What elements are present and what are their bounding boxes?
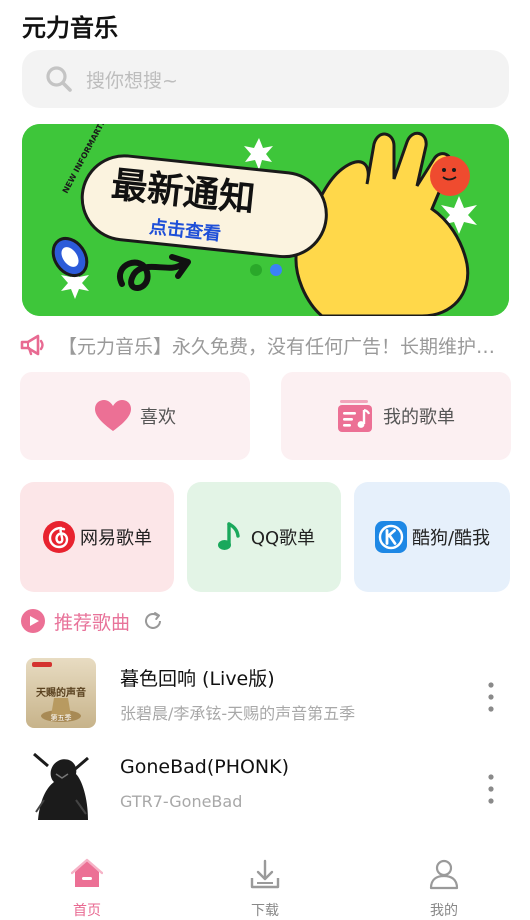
my-playlists-label: 我的歌单: [383, 407, 455, 428]
kugou-label: 酷狗/酷我: [411, 528, 491, 549]
song-title: 暮色回响 (Live版): [120, 668, 275, 690]
notice-text: 【元力音乐】永久免费，没有任何广告！长期维护更新: [58, 335, 508, 358]
more-vert-icon[interactable]: [486, 772, 496, 806]
album-cover: [26, 750, 96, 820]
cover-sub: 第五季: [51, 713, 72, 722]
banner-illustration: NEW INFORMARTION 最新通知 点击查看: [22, 124, 509, 316]
song-title: GoneBad(PHONK): [120, 756, 290, 778]
song-artist: GTR7-GoneBad: [120, 792, 243, 811]
banner-pager[interactable]: [250, 264, 282, 276]
home-icon: [71, 858, 103, 887]
netease-music-icon: [43, 521, 75, 553]
tab-home[interactable]: 首页: [37, 848, 137, 920]
kugou-playlists-button[interactable]: 酷狗/酷我: [354, 482, 510, 592]
kugou-icon: [374, 521, 407, 553]
playlist-icon: [338, 400, 372, 432]
my-playlists-button[interactable]: 我的歌单: [281, 372, 511, 460]
search-bar[interactable]: 搜你想搜~: [22, 50, 509, 108]
megaphone-icon: [20, 334, 44, 356]
song-item[interactable]: 天赐的声音 第五季 暮色回响 (Live版) 张碧晨/李承铉-天赐的声音第五季: [26, 658, 510, 734]
pager-dot[interactable]: [250, 264, 262, 276]
heart-icon: [95, 400, 131, 431]
refresh-icon[interactable]: [142, 610, 164, 632]
netease-label: 网易歌单: [80, 528, 152, 549]
pager-dot-active[interactable]: [270, 264, 282, 276]
cover-title: 天赐的声音: [36, 686, 86, 699]
tab-mine-label: 我的: [430, 903, 458, 919]
qq-music-icon: [217, 522, 240, 550]
news-banner[interactable]: NEW INFORMARTION 最新通知 点击查看: [22, 124, 509, 316]
tab-home-label: 首页: [73, 903, 101, 919]
song-artist: 张碧晨/李承铉-天赐的声音第五季: [120, 704, 356, 723]
bottom-tab-bar: 首页 下载 我的: [0, 848, 530, 920]
more-vert-icon[interactable]: [486, 680, 496, 714]
qq-playlists-button[interactable]: QQ歌单: [187, 482, 341, 592]
qq-label: QQ歌单: [250, 528, 316, 549]
recommend-header: 推荐歌曲: [20, 607, 164, 635]
search-placeholder: 搜你想搜~: [86, 69, 178, 92]
search-icon: [46, 66, 72, 92]
favorites-button[interactable]: 喜欢: [20, 372, 250, 460]
album-cover: 天赐的声音 第五季: [26, 658, 96, 728]
app-title: 元力音乐: [22, 14, 118, 42]
download-icon: [250, 859, 280, 889]
favorites-label: 喜欢: [140, 407, 176, 428]
tab-mine[interactable]: 我的: [394, 848, 494, 920]
netease-playlists-button[interactable]: 网易歌单: [20, 482, 174, 592]
user-icon: [429, 859, 459, 890]
song-item[interactable]: GoneBad(PHONK) GTR7-GoneBad: [26, 750, 510, 826]
play-circle-icon[interactable]: [20, 608, 46, 634]
tab-download-label: 下载: [251, 903, 279, 919]
recommend-title: 推荐歌曲: [54, 611, 131, 634]
tab-download[interactable]: 下载: [215, 848, 315, 920]
notice-bar[interactable]: 【元力音乐】永久免费，没有任何广告！长期维护更新: [20, 330, 515, 360]
